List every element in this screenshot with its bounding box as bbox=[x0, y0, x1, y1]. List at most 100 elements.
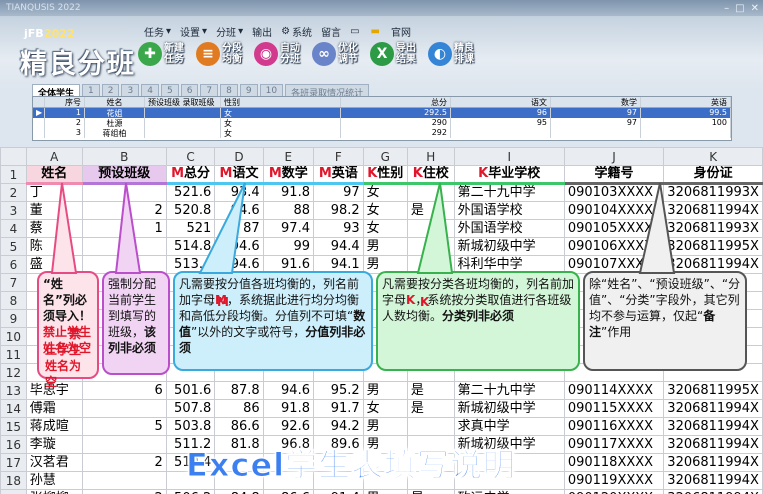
sheet-cell[interactable]: 91.8 bbox=[262, 183, 314, 202]
sheet-cell[interactable]: 3206811993X bbox=[663, 219, 763, 238]
sheet-cell[interactable]: 汉茗君 bbox=[25, 453, 83, 472]
grid-header-cell[interactable]: 预设班级 录取班级 bbox=[145, 97, 221, 107]
menu-settings[interactable]: 设置 ▾ bbox=[180, 24, 207, 39]
sheet-cell[interactable]: 蔡 bbox=[25, 219, 83, 238]
column-header[interactable]: K bbox=[663, 147, 763, 166]
sheet-header-cell[interactable]: M英语 bbox=[312, 165, 364, 185]
sheet-cell[interactable]: 090104XXXX bbox=[563, 201, 665, 220]
sheet-cell[interactable]: 090116XXXX bbox=[563, 417, 665, 436]
sheet-cell[interactable] bbox=[81, 237, 167, 256]
toolbar-button-0[interactable]: ✚ 新建任务 bbox=[138, 42, 190, 66]
sheet-header-cell[interactable]: 学籍号 bbox=[563, 165, 665, 185]
row-number[interactable]: 3 bbox=[0, 201, 27, 220]
sheet-cell[interactable] bbox=[406, 237, 455, 256]
sheet-cell[interactable]: 2 bbox=[81, 453, 167, 472]
sheet-cell[interactable]: 87.8 bbox=[214, 381, 264, 400]
sheet-cell[interactable]: 090115XXXX bbox=[563, 399, 665, 418]
sheet-cell[interactable] bbox=[81, 435, 167, 454]
sheet-cell[interactable]: 97 bbox=[312, 183, 364, 202]
row-number[interactable]: 9 bbox=[0, 309, 27, 328]
sheet-cell[interactable]: 090105XXXX bbox=[563, 219, 665, 238]
sheet-cell[interactable]: 3206811994X bbox=[663, 399, 763, 418]
row-number[interactable]: 2 bbox=[0, 183, 27, 202]
sheet-cell[interactable]: 090114XXXX bbox=[563, 381, 665, 400]
row-number[interactable]: 10 bbox=[0, 327, 27, 346]
sheet-cell[interactable]: 男 bbox=[362, 381, 408, 400]
sheet-cell[interactable]: 090119XXXX bbox=[563, 471, 665, 490]
sheet-cell[interactable]: 94.2 bbox=[312, 417, 364, 436]
column-header[interactable]: B bbox=[81, 147, 167, 166]
menu-website[interactable]: 官网 bbox=[391, 24, 411, 39]
row-number[interactable]: 14 bbox=[0, 399, 27, 418]
column-header[interactable]: I bbox=[453, 147, 565, 166]
grid-header-cell[interactable]: 数学 bbox=[551, 97, 641, 107]
sheet-cell[interactable]: 5 bbox=[81, 417, 167, 436]
menu-task[interactable]: 任务 ▾ bbox=[144, 24, 171, 39]
toolbar-button-1[interactable]: ≡ 分段均衡 bbox=[196, 42, 248, 66]
grid-header-cell[interactable]: 姓名 bbox=[85, 97, 145, 107]
sheet-cell[interactable]: 3206811995X bbox=[663, 381, 763, 400]
sheet-cell[interactable]: 陈 bbox=[25, 237, 83, 256]
row-number[interactable]: 18 bbox=[0, 471, 27, 490]
sheet-cell[interactable]: 女 bbox=[362, 201, 408, 220]
sheet-cell[interactable]: 87 bbox=[214, 219, 264, 238]
sheet-cell[interactable]: 第二十九中学 bbox=[453, 183, 565, 202]
sheet-cell[interactable]: 090120XXXX bbox=[563, 489, 665, 494]
sheet-cell[interactable]: 傅霜 bbox=[25, 399, 83, 418]
sheet-header-cell[interactable]: 姓名 bbox=[25, 165, 83, 185]
sheet-cell[interactable]: 97.4 bbox=[262, 219, 314, 238]
close-button[interactable]: ✕ bbox=[751, 1, 759, 17]
maximize-button[interactable]: □ bbox=[735, 1, 744, 17]
sheet-cell[interactable]: 91.8 bbox=[262, 399, 314, 418]
sheet-cell[interactable]: 86 bbox=[214, 399, 264, 418]
sheet-cell[interactable]: 丁 bbox=[25, 183, 83, 202]
sheet-cell[interactable]: 88 bbox=[262, 201, 314, 220]
row-number[interactable]: 7 bbox=[0, 273, 27, 292]
sheet-cell[interactable]: 94.6 bbox=[262, 381, 314, 400]
sheet-cell[interactable]: 新城初级中学 bbox=[453, 399, 565, 418]
toolbar-button-4[interactable]: X 导出结果 bbox=[370, 42, 422, 66]
sheet-cell[interactable]: 521 bbox=[165, 219, 216, 238]
row-number[interactable]: 13 bbox=[0, 381, 27, 400]
sheet-cell[interactable] bbox=[81, 399, 167, 418]
column-header[interactable] bbox=[0, 147, 27, 166]
sheet-cell[interactable]: 520.8 bbox=[165, 201, 216, 220]
sheet-cell[interactable]: 男 bbox=[362, 237, 408, 256]
sheet-cell[interactable]: 女 bbox=[362, 399, 408, 418]
sheet-cell[interactable]: 2 bbox=[81, 489, 167, 494]
sheet-cell[interactable] bbox=[81, 471, 167, 490]
sheet-cell[interactable]: 2 bbox=[81, 201, 167, 220]
sheet-header-cell[interactable]: K毕业学校 bbox=[453, 165, 565, 185]
sheet-cell[interactable]: 张柳柳 bbox=[25, 489, 83, 494]
sheet-cell[interactable]: 外国语学校 bbox=[453, 201, 565, 220]
sheet-cell[interactable]: 女 bbox=[362, 183, 408, 202]
grid-header-cell[interactable] bbox=[33, 97, 45, 107]
sheet-cell[interactable]: 86.6 bbox=[214, 417, 264, 436]
column-header[interactable]: C bbox=[165, 147, 216, 166]
sheet-cell[interactable]: 090103XXXX bbox=[563, 183, 665, 202]
column-header[interactable]: F bbox=[312, 147, 364, 166]
sheet-cell[interactable]: 94.6 bbox=[214, 201, 264, 220]
row-number[interactable]: 17 bbox=[0, 453, 27, 472]
sheet-cell[interactable]: 503.8 bbox=[165, 417, 216, 436]
sheet-cell[interactable]: 董 bbox=[25, 201, 83, 220]
sheet-cell[interactable]: 91.4 bbox=[312, 489, 364, 494]
sheet-cell[interactable]: 6 bbox=[81, 381, 167, 400]
sheet-cell[interactable]: 92.6 bbox=[262, 417, 314, 436]
sheet-cell[interactable]: 3206811993X bbox=[663, 183, 763, 202]
sheet-cell[interactable]: 是 bbox=[406, 201, 455, 220]
sheet-header-cell[interactable]: K住校 bbox=[406, 165, 455, 185]
column-header[interactable]: H bbox=[406, 147, 455, 166]
grid-header-cell[interactable]: 序号 bbox=[45, 97, 85, 107]
sheet-header-cell[interactable]: M总分 bbox=[165, 165, 216, 185]
sheet-cell[interactable]: 91.7 bbox=[312, 399, 364, 418]
column-header[interactable]: G bbox=[362, 147, 408, 166]
row-number[interactable]: 1 bbox=[0, 165, 27, 184]
sheet-cell[interactable]: 3206811994X bbox=[663, 417, 763, 436]
sheet-header-cell[interactable]: 身份证 bbox=[663, 165, 763, 185]
sheet-cell[interactable]: 98.2 bbox=[312, 201, 364, 220]
sheet-cell[interactable]: 3206811994X bbox=[663, 453, 763, 472]
row-number[interactable]: 4 bbox=[0, 219, 27, 238]
sheet-cell[interactable]: 3206811994X bbox=[663, 435, 763, 454]
sheet-header-cell[interactable]: K性别 bbox=[362, 165, 408, 185]
